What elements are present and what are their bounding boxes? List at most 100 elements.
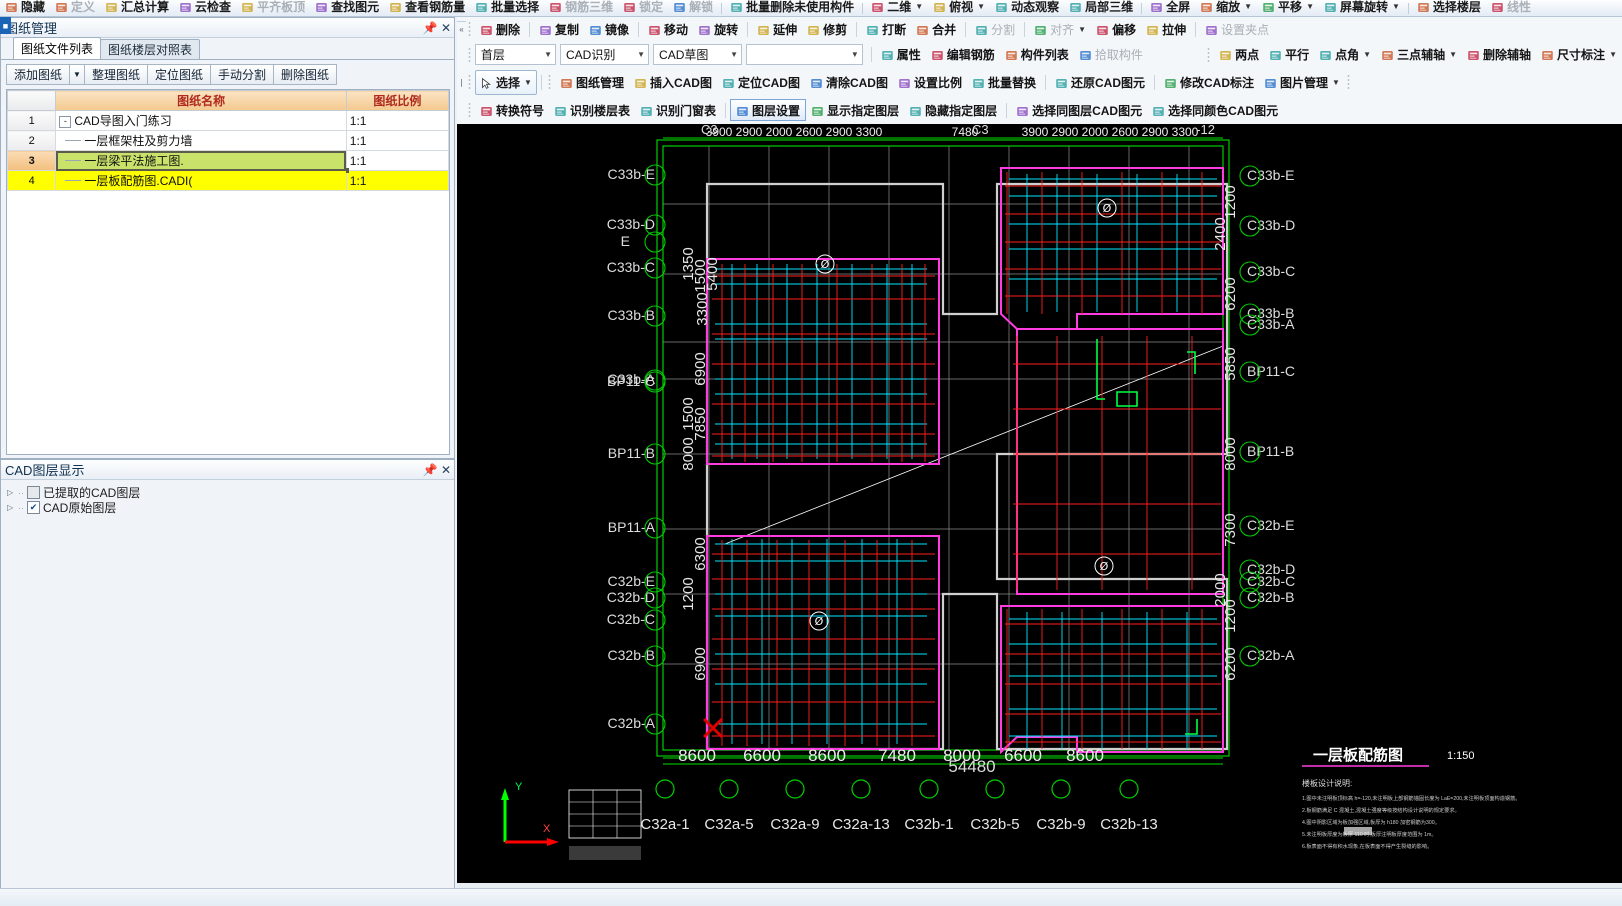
edit-item-[interactable]: 镜像 — [584, 19, 634, 39]
cad-item-[interactable]: 图纸管理 — [555, 72, 629, 92]
tree-expander-icon[interactable]: ▷ — [7, 503, 15, 512]
layer-tree-node[interactable]: ▷ ·· 已提取的CAD图层 — [7, 485, 454, 500]
table-row[interactable]: 1- CAD导图入门练习 1:1 — [7, 110, 449, 131]
edit-item-[interactable]: 拉伸 — [1141, 19, 1191, 39]
ribbon-item-[interactable]: 隐藏 — [0, 0, 50, 14]
layer-item-[interactable]: 显示指定图层 — [806, 100, 904, 120]
floor-combo[interactable]: 首层 ▼ — [474, 44, 557, 65]
layer-item-[interactable]: 隐藏指定图层 — [904, 100, 1002, 120]
cad-item-[interactable]: 批量替换 — [967, 72, 1041, 92]
toolbar-grip[interactable] — [468, 74, 471, 90]
column-header-2[interactable]: 图纸比例 — [345, 90, 449, 111]
cad-item-cad[interactable]: 修改CAD标注 — [1159, 72, 1259, 92]
pin-icon[interactable]: 📌 — [422, 20, 438, 36]
ribbon-item-[interactable]: 批量选择 — [470, 0, 544, 14]
ribbon-item-[interactable]: 查找图元 — [310, 0, 384, 14]
ribbon-item-[interactable]: 汇总计算 — [100, 0, 174, 14]
cad-item-cad[interactable]: 插入CAD图 — [629, 72, 717, 92]
column-header-0[interactable] — [7, 90, 57, 111]
drawing-list-grid[interactable]: 图纸名称 图纸比例 1- CAD导图入门练习 1:1 2 一层框架柱及剪力墙 1:1 3 一层梁… — [6, 89, 450, 455]
drawing-scale-cell[interactable]: 1:1 — [345, 110, 449, 131]
close-icon[interactable]: ✕ — [438, 462, 454, 478]
toolbar-grip[interactable] — [1207, 46, 1211, 63]
drawing-scale-cell[interactable]: 1:1 — [345, 150, 449, 171]
panel-collapse-icon[interactable]: « — [457, 20, 466, 38]
ribbon-item-[interactable]: 选择楼层 — [1412, 0, 1486, 14]
ribbon-item-[interactable]: 云检查 — [174, 0, 236, 14]
toolbar-grip[interactable] — [1346, 74, 1350, 90]
toolbar-grip[interactable] — [547, 74, 551, 90]
toolbar-grip[interactable] — [467, 46, 471, 63]
layer-checkbox[interactable]: ✔ — [27, 501, 40, 514]
tree-expander-icon[interactable]: - — [59, 115, 72, 128]
ribbon-item-[interactable]: 批量删除未使用构件 — [725, 0, 859, 14]
drawing-name-cell[interactable]: 一层框架柱及剪力墙 — [55, 130, 347, 151]
cad-sketch-combo[interactable]: CAD草图 ▼ — [653, 44, 743, 65]
ribbon-item-[interactable]: 动态观察 — [990, 0, 1064, 14]
add-drawing-dropdown-arrow[interactable]: ▼ — [69, 64, 85, 85]
cad-item-[interactable]: 设置比例 — [893, 72, 967, 92]
column-header-1[interactable]: 图纸名称 — [55, 90, 347, 111]
axis-item-[interactable]: 三点辅轴 ▼ — [1376, 45, 1462, 65]
edit-item-[interactable]: 旋转 — [693, 19, 743, 39]
cad-item-cad[interactable]: 还原CAD图元 — [1050, 72, 1150, 92]
cad-item-[interactable]: 图片管理 ▼ — [1259, 72, 1345, 92]
button-item-[interactable]: 删除图纸 — [272, 64, 337, 85]
drawing-name-cell[interactable]: 一层板配筋图.CADI( — [55, 170, 347, 191]
layer-tree-node[interactable]: ▷ ·· ✔ CAD原始图层 — [7, 500, 454, 515]
edit-item-[interactable]: 移动 — [643, 19, 693, 39]
button-item-[interactable]: 定位图纸 — [146, 64, 211, 85]
edit-item-[interactable]: 复制 — [534, 19, 584, 39]
table-row[interactable]: 4 一层板配筋图.CADI(1:1 — [7, 170, 449, 191]
toolbar-grip[interactable] — [468, 21, 471, 37]
cad-item-cad[interactable]: 清除CAD图 — [805, 72, 893, 92]
axis-item-[interactable]: 两点 — [1214, 45, 1264, 65]
blank-combo[interactable]: ▼ — [746, 44, 863, 65]
ribbon-item-[interactable]: 缩放 ▼ — [1195, 0, 1257, 14]
edit-item-[interactable]: 合并 — [911, 19, 961, 39]
table-row[interactable]: 2 一层框架柱及剪力墙 1:1 — [7, 130, 449, 151]
layer-item-[interactable]: 图层设置 — [730, 99, 807, 121]
drawing-name-cell[interactable]: - CAD导图入门练习 — [55, 110, 347, 131]
close-icon[interactable]: ✕ — [438, 20, 454, 36]
cad-drawing-canvas[interactable]: Ø Ø Ø Ø 8600 6600 8600 7480 8000 6600 86… — [457, 124, 1622, 883]
edit-item-[interactable]: 偏移 — [1091, 19, 1141, 39]
props-item-[interactable]: 属性 — [876, 45, 926, 65]
axis-item-[interactable]: 平行 — [1264, 45, 1314, 65]
button-item-[interactable]: 整理图纸 — [83, 64, 148, 85]
drawing-scale-cell[interactable]: 1:1 — [345, 170, 449, 191]
layer-item-[interactable]: 转换符号 — [475, 100, 549, 120]
layer-item-[interactable]: 识别门窗表 — [635, 100, 721, 120]
ribbon-item-[interactable]: 二维 ▼ — [866, 0, 928, 14]
edit-item-[interactable]: 修剪 — [802, 19, 852, 39]
edit-item-[interactable]: 删除 — [475, 19, 525, 39]
cad-recognize-combo[interactable]: CAD识别 ▼ — [560, 44, 650, 65]
layer-checkbox[interactable] — [27, 486, 40, 499]
ribbon-item-[interactable]: 屏幕旋转 ▼ — [1319, 0, 1405, 14]
cad-item-cad[interactable]: 定位CAD图 — [717, 72, 805, 92]
pin-icon[interactable]: 📌 — [422, 462, 438, 478]
tab-item-[interactable]: 图纸楼层对照表 — [100, 39, 201, 59]
tree-expander-icon[interactable]: ▷ — [7, 488, 15, 497]
ribbon-item-[interactable]: 俯视 ▼ — [928, 0, 990, 14]
axis-item-[interactable]: 点角 ▼ — [1314, 45, 1376, 65]
axis-item-[interactable]: 删除辅轴 — [1462, 45, 1536, 65]
ribbon-item-[interactable]: 局部三维 — [1064, 0, 1138, 14]
panel-dock-tab[interactable]: ■ — [0, 17, 11, 34]
drawing-scale-cell[interactable]: 1:1 — [345, 130, 449, 151]
drawing-name-cell[interactable]: 一层梁平法施工图. — [55, 150, 349, 173]
table-row[interactable]: 3 一层梁平法施工图. 1:1 — [7, 150, 449, 173]
props-item-[interactable]: 编辑钢筋 — [926, 45, 1000, 65]
tab-item-[interactable]: 图纸文件列表 — [13, 37, 102, 59]
select-tool-button[interactable]: 选择 ▼ — [475, 69, 537, 95]
edit-item-[interactable]: 延伸 — [752, 19, 802, 39]
toolbar-grip[interactable] — [468, 102, 471, 118]
layer-item-cad[interactable]: 选择同颜色CAD图元 — [1147, 100, 1283, 120]
ribbon-item-[interactable]: 平移 ▼ — [1257, 0, 1319, 14]
ribbon-item-[interactable]: 全屏 — [1145, 0, 1195, 14]
axis-item-[interactable]: 尺寸标注 ▼ — [1536, 45, 1622, 65]
button-item-[interactable]: 添加图纸 — [6, 64, 71, 85]
props-item-[interactable]: 构件列表 — [1000, 45, 1074, 65]
layer-item-cad[interactable]: 选择同图层CAD图元 — [1011, 100, 1147, 120]
button-item-[interactable]: 手动分割 — [209, 64, 274, 85]
